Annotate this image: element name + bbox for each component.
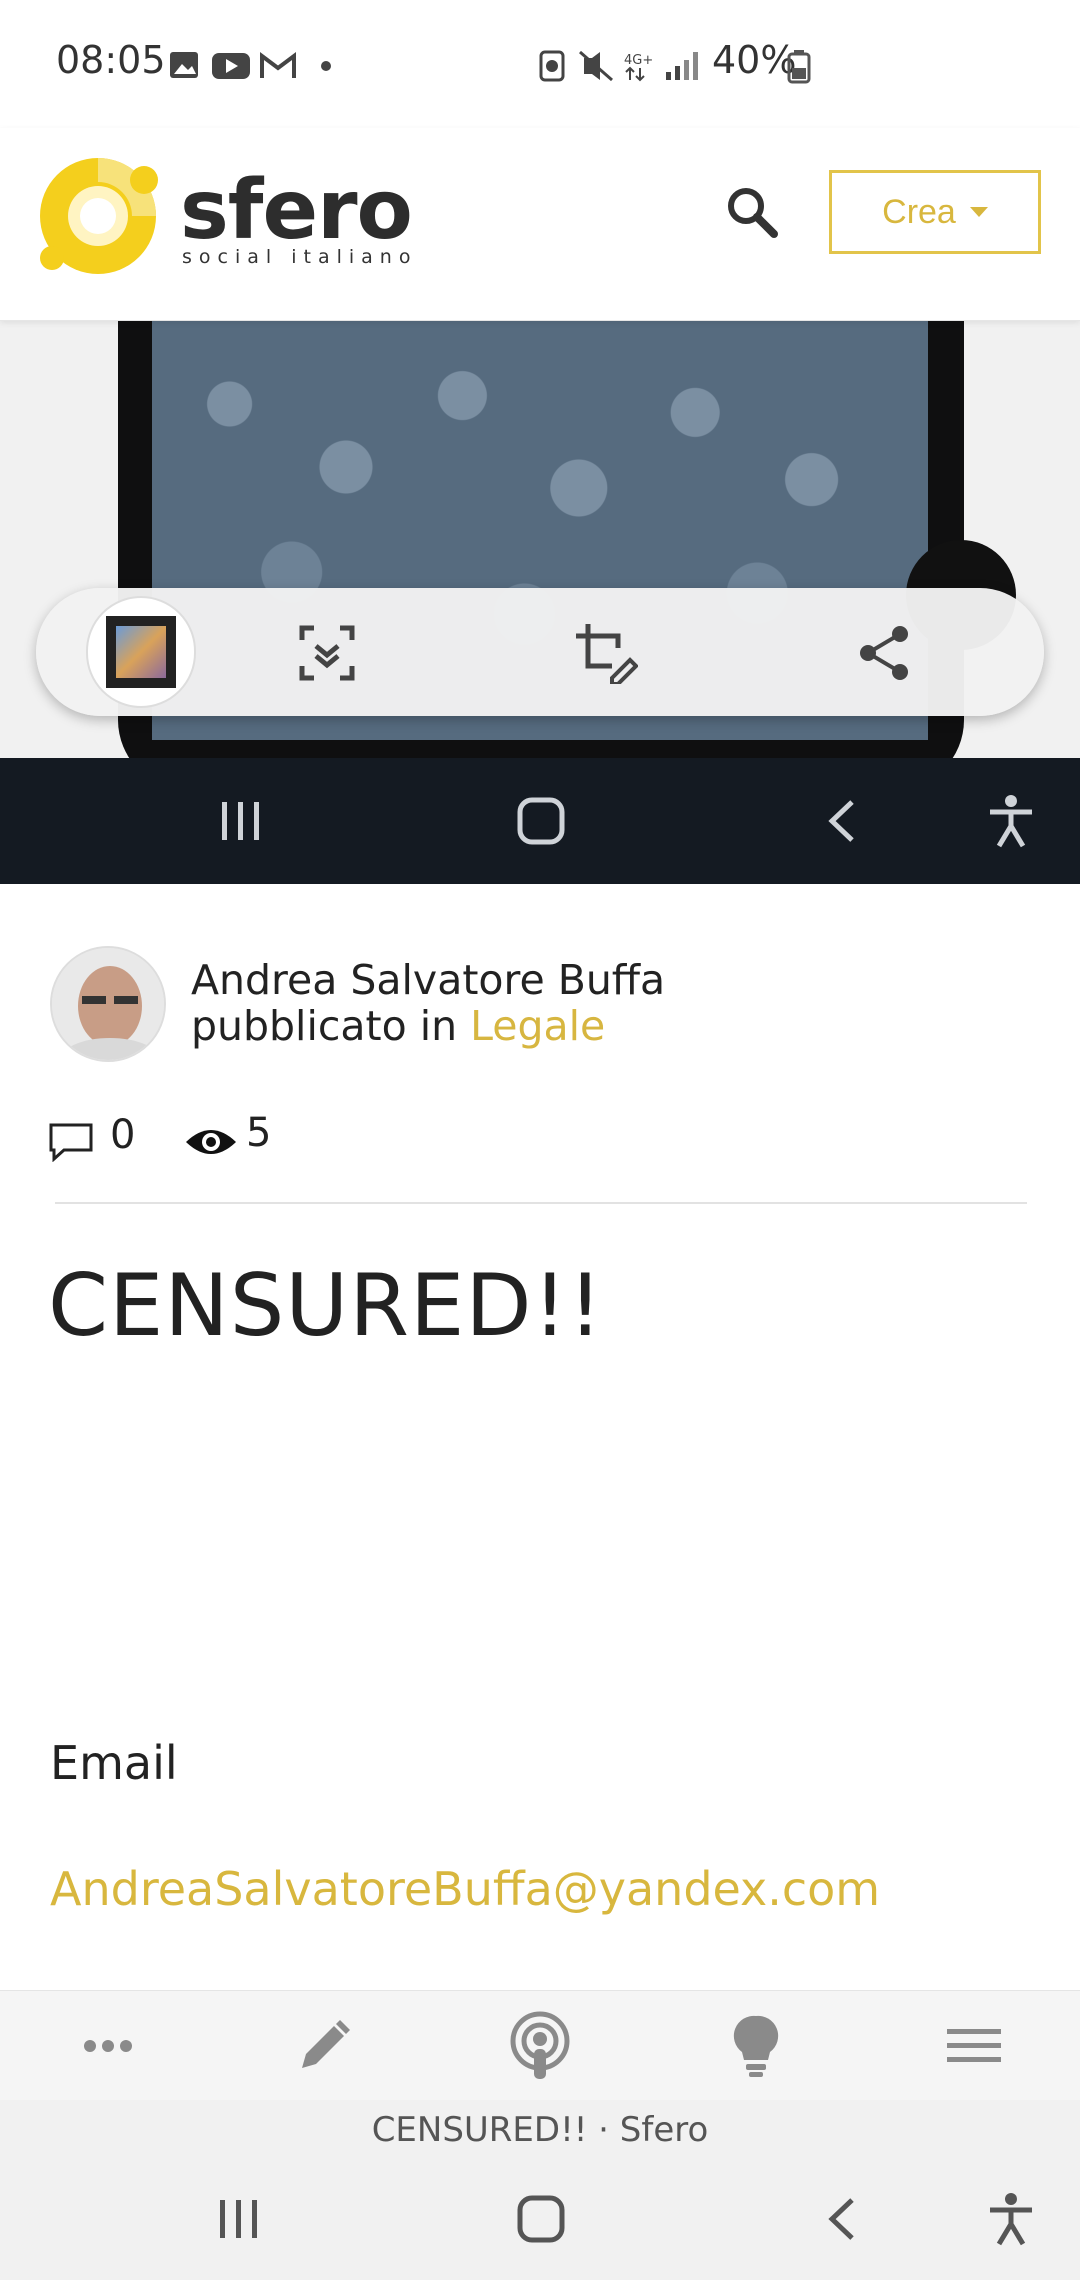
lightbulb-icon bbox=[733, 2015, 779, 2077]
browser-page-title: CENSURED!! · Sfero bbox=[0, 2100, 1080, 2160]
category-link[interactable]: Legale bbox=[470, 1002, 605, 1050]
embedded-screenshot bbox=[0, 320, 1080, 884]
status-bar: 08:05 4G+ 40% bbox=[0, 0, 1080, 128]
pencil-icon bbox=[302, 2020, 350, 2068]
comments-count: 0 bbox=[110, 1112, 136, 1158]
home-icon bbox=[517, 797, 565, 845]
recents-icon[interactable] bbox=[216, 2196, 262, 2242]
back-icon[interactable] bbox=[822, 2196, 862, 2242]
site-header: sfero social italiano Crea bbox=[0, 128, 1080, 321]
podcast-icon bbox=[510, 2011, 570, 2079]
status-time: 08:05 bbox=[56, 38, 166, 82]
published-prefix: pubblicato in bbox=[191, 1002, 458, 1050]
more-icon bbox=[84, 2040, 132, 2052]
sfero-logo-icon[interactable] bbox=[38, 150, 164, 276]
author-avatar[interactable] bbox=[50, 946, 166, 1062]
eye-icon bbox=[186, 1130, 236, 1154]
nav-more[interactable] bbox=[48, 1991, 168, 2101]
back-icon bbox=[828, 800, 854, 842]
embedded-navbar bbox=[0, 758, 1080, 884]
brand-name[interactable]: sfero bbox=[180, 163, 413, 258]
accessibility-icon[interactable] bbox=[986, 2192, 1036, 2246]
author-photo bbox=[52, 948, 164, 1060]
views-count: 5 bbox=[246, 1110, 272, 1156]
search-icon[interactable] bbox=[724, 184, 780, 240]
scan-icon bbox=[299, 625, 355, 681]
recents-icon bbox=[222, 802, 259, 840]
system-status-icons: 4G+ bbox=[539, 50, 698, 82]
comment-icon[interactable] bbox=[48, 1122, 94, 1162]
menu-icon bbox=[947, 2029, 1001, 2062]
create-button[interactable]: Crea bbox=[829, 170, 1041, 254]
nav-ideas[interactable] bbox=[696, 1991, 816, 2101]
battery-percentage: 40% bbox=[712, 38, 797, 82]
email-link[interactable]: AndreaSalvatoreBuffa@yandex.com bbox=[50, 1862, 880, 1916]
screenshot-toolbar bbox=[36, 588, 1044, 716]
battery-icon bbox=[787, 50, 811, 84]
author-name[interactable]: Andrea Salvatore Buffa bbox=[191, 956, 665, 1004]
system-nav-bar bbox=[0, 2160, 1080, 2280]
screenshot-thumbnail bbox=[86, 596, 196, 708]
published-in: pubblicato in Legale bbox=[191, 1002, 605, 1050]
nav-menu[interactable] bbox=[914, 1991, 1034, 2101]
accessibility-icon bbox=[990, 795, 1032, 848]
divider bbox=[55, 1202, 1027, 1204]
email-label: Email bbox=[50, 1736, 178, 1790]
notification-icons bbox=[170, 52, 331, 79]
post-title: CENSURED!! bbox=[48, 1256, 604, 1356]
caret-down-icon bbox=[969, 207, 988, 217]
bottom-nav bbox=[0, 1990, 1080, 2101]
home-icon[interactable] bbox=[516, 2194, 566, 2244]
nav-podcast[interactable] bbox=[480, 1991, 600, 2101]
create-button-label: Crea bbox=[882, 192, 956, 231]
nav-write[interactable] bbox=[264, 1991, 384, 2101]
brand-tagline: social italiano bbox=[182, 246, 418, 268]
svg-text:4G+: 4G+ bbox=[624, 53, 653, 68]
crop-edit-icon bbox=[576, 624, 638, 684]
share-icon bbox=[860, 626, 908, 680]
